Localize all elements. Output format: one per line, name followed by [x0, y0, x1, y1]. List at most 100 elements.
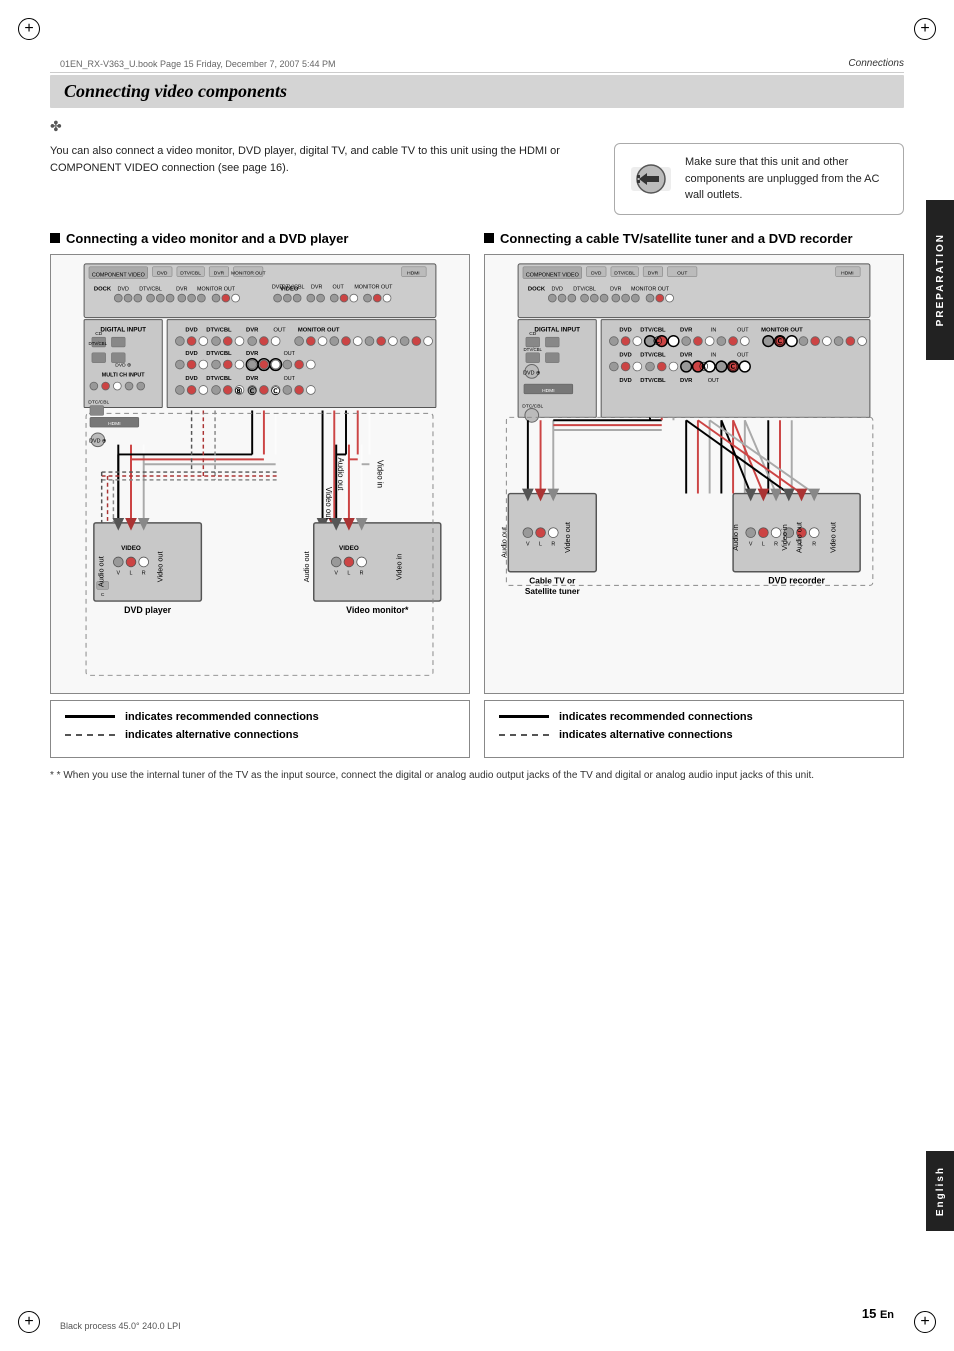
- svg-text:DTV/CBL: DTV/CBL: [524, 346, 543, 351]
- svg-text:COMPONENT VIDEO: COMPONENT VIDEO: [526, 272, 579, 278]
- left-heading-text: Connecting a video monitor and a DVD pla…: [66, 231, 348, 246]
- svg-text:L: L: [130, 570, 133, 576]
- svg-text:Video in: Video in: [780, 524, 789, 550]
- heading-square-right: [484, 233, 494, 243]
- svg-text:Ⓒ: Ⓒ: [653, 335, 662, 346]
- left-diagram-col: Connecting a video monitor and a DVD pla…: [50, 231, 470, 758]
- svg-text:Video out: Video out: [563, 522, 572, 553]
- svg-text:OUT: OUT: [737, 352, 749, 358]
- heading-square-left: [50, 233, 60, 243]
- svg-text:CD: CD: [529, 331, 537, 337]
- note-row: ✤: [50, 118, 904, 135]
- left-diagram-heading: Connecting a video monitor and a DVD pla…: [50, 231, 470, 246]
- svg-text:Video out: Video out: [324, 486, 333, 520]
- right-diagram-heading: Connecting a cable TV/satellite tuner an…: [484, 231, 904, 246]
- svg-text:DVD: DVD: [619, 352, 631, 358]
- svg-text:IN: IN: [711, 327, 716, 333]
- warning-box: Make sure that this unit and other compo…: [614, 143, 904, 215]
- svg-text:DVD: DVD: [185, 376, 197, 382]
- main-content: Connecting video components ✤ You can al…: [50, 75, 904, 1301]
- dashed-line-icon-right: [499, 734, 549, 736]
- svg-text:V: V: [526, 541, 530, 547]
- unplug-icon: [629, 159, 673, 199]
- bottom-info: Black process 45.0° 240.0 LPI: [60, 1321, 181, 1331]
- svg-text:R: R: [360, 570, 364, 576]
- svg-text:VIDEO: VIDEO: [121, 545, 141, 552]
- svg-text:R: R: [812, 541, 816, 547]
- svg-text:MONITOR OUT: MONITOR OUT: [197, 286, 236, 292]
- svg-text:DTC/CBL: DTC/CBL: [88, 399, 109, 405]
- svg-text:DTV/CBL: DTV/CBL: [614, 270, 635, 276]
- svg-text:MONITOR OUT: MONITOR OUT: [231, 270, 266, 276]
- svg-text:DVR: DVR: [246, 350, 259, 356]
- right-heading-text: Connecting a cable TV/satellite tuner an…: [500, 231, 853, 246]
- svg-text:DOCK: DOCK: [94, 286, 112, 292]
- svg-text:DTV/CBL: DTV/CBL: [206, 376, 232, 382]
- svg-text:OUT: OUT: [284, 376, 296, 382]
- solid-line-icon-left: [65, 715, 115, 718]
- svg-text:MONITOR OUT: MONITOR OUT: [354, 284, 393, 290]
- svg-text:VIDEO: VIDEO: [339, 545, 359, 552]
- info-area: You can also connect a video monitor, DV…: [50, 143, 904, 215]
- svg-text:Satellite tuner: Satellite tuner: [525, 586, 581, 596]
- svg-text:DTV/CBL: DTV/CBL: [89, 341, 108, 346]
- svg-text:OUT: OUT: [708, 378, 720, 384]
- svg-text:Ⓒ: Ⓒ: [729, 360, 738, 371]
- svg-text:DVD player: DVD player: [124, 604, 171, 614]
- svg-text:MULTI CH INPUT: MULTI CH INPUT: [102, 372, 145, 378]
- legend-recommended-right: indicates recommended connections: [499, 711, 889, 723]
- svg-text:CD: CD: [95, 331, 103, 337]
- svg-text:DVD: DVD: [619, 378, 631, 384]
- svg-text:L: L: [762, 541, 765, 547]
- svg-text:Ⓒ: Ⓒ: [699, 360, 708, 371]
- svg-text:DVR: DVR: [648, 270, 659, 276]
- left-diagram-svg: COMPONENT VIDEO DVD DTV/CBL DVR MONITOR …: [55, 259, 465, 689]
- alternative-label-right: indicates alternative connections: [559, 729, 733, 741]
- svg-text:V: V: [334, 570, 338, 576]
- svg-text:Ⓒ: Ⓒ: [248, 384, 257, 395]
- svg-text:OUT: OUT: [273, 327, 286, 333]
- header-strip: 01EN_RX-V363_U.book Page 15 Friday, Dece…: [50, 55, 904, 73]
- svg-text:DTV/CBL: DTV/CBL: [640, 352, 666, 358]
- svg-text:DVD recorder: DVD recorder: [768, 575, 825, 585]
- svg-text:Audio out: Audio out: [795, 522, 804, 553]
- svg-text:HDMI: HDMI: [841, 270, 853, 276]
- svg-text:HDMI: HDMI: [108, 421, 120, 427]
- svg-text:Audio in: Audio in: [731, 524, 740, 550]
- svg-text:DIGITAL INPUT: DIGITAL INPUT: [534, 326, 580, 333]
- svg-text:DVD: DVD: [591, 270, 602, 276]
- svg-text:HDMI: HDMI: [407, 270, 419, 276]
- note-icon: ✤: [50, 118, 62, 135]
- svg-text:DVR: DVR: [246, 376, 259, 382]
- footnote: * * When you use the internal tuner of t…: [50, 768, 904, 783]
- svg-text:MONITOR OUT: MONITOR OUT: [761, 327, 803, 333]
- corner-mark-tl: [18, 18, 48, 48]
- recommended-label-left: indicates recommended connections: [125, 711, 319, 723]
- svg-text:C: C: [101, 592, 105, 598]
- svg-text:DVR: DVR: [680, 327, 693, 333]
- svg-text:L: L: [347, 570, 350, 576]
- svg-text:DTV/CBL: DTV/CBL: [282, 284, 305, 290]
- recommended-label-right: indicates recommended connections: [559, 711, 753, 723]
- svg-text:DTV/CBL: DTV/CBL: [640, 327, 666, 333]
- svg-text:DTV/CBL: DTV/CBL: [206, 327, 232, 333]
- svg-text:COMPONENT VIDEO: COMPONENT VIDEO: [92, 272, 145, 278]
- corner-mark-bl: [18, 1303, 48, 1333]
- svg-text:⑧: ⑧: [235, 385, 243, 395]
- svg-text:L: L: [539, 541, 542, 547]
- warning-text: Make sure that this unit and other compo…: [685, 154, 889, 204]
- svg-text:DTV/CBL: DTV/CBL: [640, 378, 666, 384]
- corner-mark-br: [906, 1303, 936, 1333]
- dashed-line-icon-left: [65, 734, 115, 736]
- page-number: 15 En: [862, 1306, 894, 1321]
- svg-text:DVR: DVR: [246, 327, 259, 333]
- svg-text:DVR: DVR: [610, 286, 621, 292]
- svg-text:DVR: DVR: [680, 378, 693, 384]
- page-num-value: 15: [862, 1306, 876, 1321]
- svg-text:Video out: Video out: [155, 551, 164, 582]
- legend-alternative-left: indicates alternative connections: [65, 729, 455, 741]
- right-legend-box: indicates recommended connections indica…: [484, 700, 904, 758]
- svg-text:Video out: Video out: [829, 522, 838, 553]
- intro-text: You can also connect a video monitor, DV…: [50, 143, 598, 215]
- svg-text:R: R: [774, 541, 778, 547]
